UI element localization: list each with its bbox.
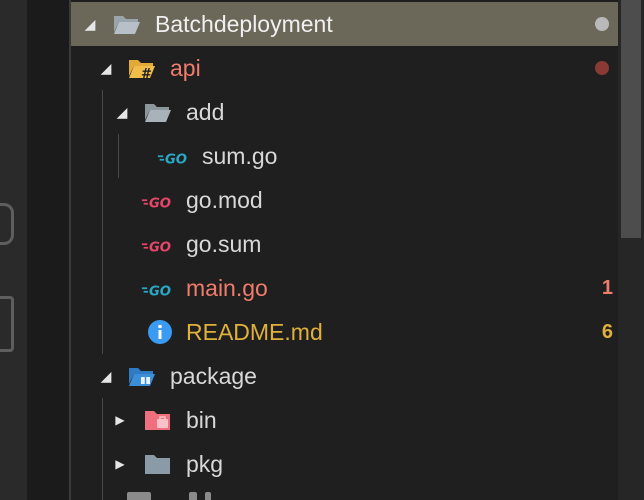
folder-package-icon xyxy=(129,368,155,386)
tree-item-label: add xyxy=(186,99,225,125)
indent-guide xyxy=(102,398,103,500)
expand-toggle[interactable]: ◢ xyxy=(81,2,99,46)
svg-text:GO: GO xyxy=(165,152,187,167)
tree-item-label: go.sum xyxy=(186,231,262,257)
tree-item-label: bin xyxy=(186,407,217,433)
tree-item-label: Batchdeployment xyxy=(155,11,333,37)
status-dot xyxy=(595,17,609,31)
tree-item-go-mod[interactable]: GO go.mod xyxy=(71,178,618,222)
folder-api-icon: # xyxy=(129,60,155,80)
tree-item-label: package xyxy=(170,363,257,389)
tree-item-readme[interactable]: README.md 6 xyxy=(71,310,618,354)
folder-icon xyxy=(145,455,170,474)
go-file-icon: GO xyxy=(157,152,187,167)
source-control-icon[interactable] xyxy=(0,203,14,245)
go-file-icon: GO xyxy=(141,196,171,211)
activity-bar xyxy=(0,0,27,500)
partial-tree-item xyxy=(119,492,229,500)
problems-badge: 6 xyxy=(601,321,613,343)
tree-root-batchdeployment[interactable]: ◢ Batchdeployment xyxy=(71,2,618,46)
expand-toggle[interactable]: ◢ xyxy=(97,46,115,90)
expand-toggle[interactable]: ◢ xyxy=(97,354,115,398)
tree-item-label: api xyxy=(170,55,201,81)
svg-text:GO: GO xyxy=(149,196,171,211)
expand-toggle[interactable]: ◢ xyxy=(113,90,131,134)
expand-toggle[interactable]: ▶ xyxy=(111,442,129,486)
tree-item-pkg[interactable]: ▶ pkg xyxy=(71,442,618,486)
tree-item-go-sum[interactable]: GO go.sum xyxy=(71,222,618,266)
tree-item-api[interactable]: ◢ # api xyxy=(71,46,618,90)
go-file-icon: GO xyxy=(141,284,171,299)
folder-open-icon xyxy=(145,104,171,122)
svg-text:#: # xyxy=(141,67,152,80)
sidebar-gutter xyxy=(27,0,69,500)
scrollbar-thumb[interactable] xyxy=(621,0,641,238)
file-tree: ◢ Batchdeployment ◢ # api ◢ add GO sum.g… xyxy=(71,0,618,500)
tree-item-label: go.mod xyxy=(186,187,263,213)
svg-text:GO: GO xyxy=(149,240,171,255)
status-dot xyxy=(595,61,609,75)
problems-badge: 1 xyxy=(601,277,613,299)
info-icon xyxy=(148,320,172,344)
tree-item-sum-go[interactable]: GO sum.go xyxy=(71,134,618,178)
tree-item-label: pkg xyxy=(186,451,224,477)
explorer-window: ◢ Batchdeployment ◢ # api ◢ add GO sum.g… xyxy=(0,0,644,500)
svg-text:GO: GO xyxy=(149,284,171,299)
tree-item-label: README.md xyxy=(186,319,323,345)
folder-open-icon xyxy=(114,16,140,34)
expand-toggle[interactable]: ▶ xyxy=(111,398,129,442)
tree-item-bin[interactable]: ▶ bin xyxy=(71,398,618,442)
tree-item-label: sum.go xyxy=(202,143,278,169)
folder-bin-icon xyxy=(145,411,170,430)
indent-guide xyxy=(102,90,103,354)
tree-item-main-go[interactable]: GO main.go 1 xyxy=(71,266,618,310)
tree-item-package[interactable]: ◢ package xyxy=(71,354,618,398)
go-file-icon: GO xyxy=(141,240,171,255)
extensions-icon[interactable] xyxy=(0,296,14,352)
tree-item-add[interactable]: ◢ add xyxy=(71,90,618,134)
tree-item-label: main.go xyxy=(186,275,268,301)
